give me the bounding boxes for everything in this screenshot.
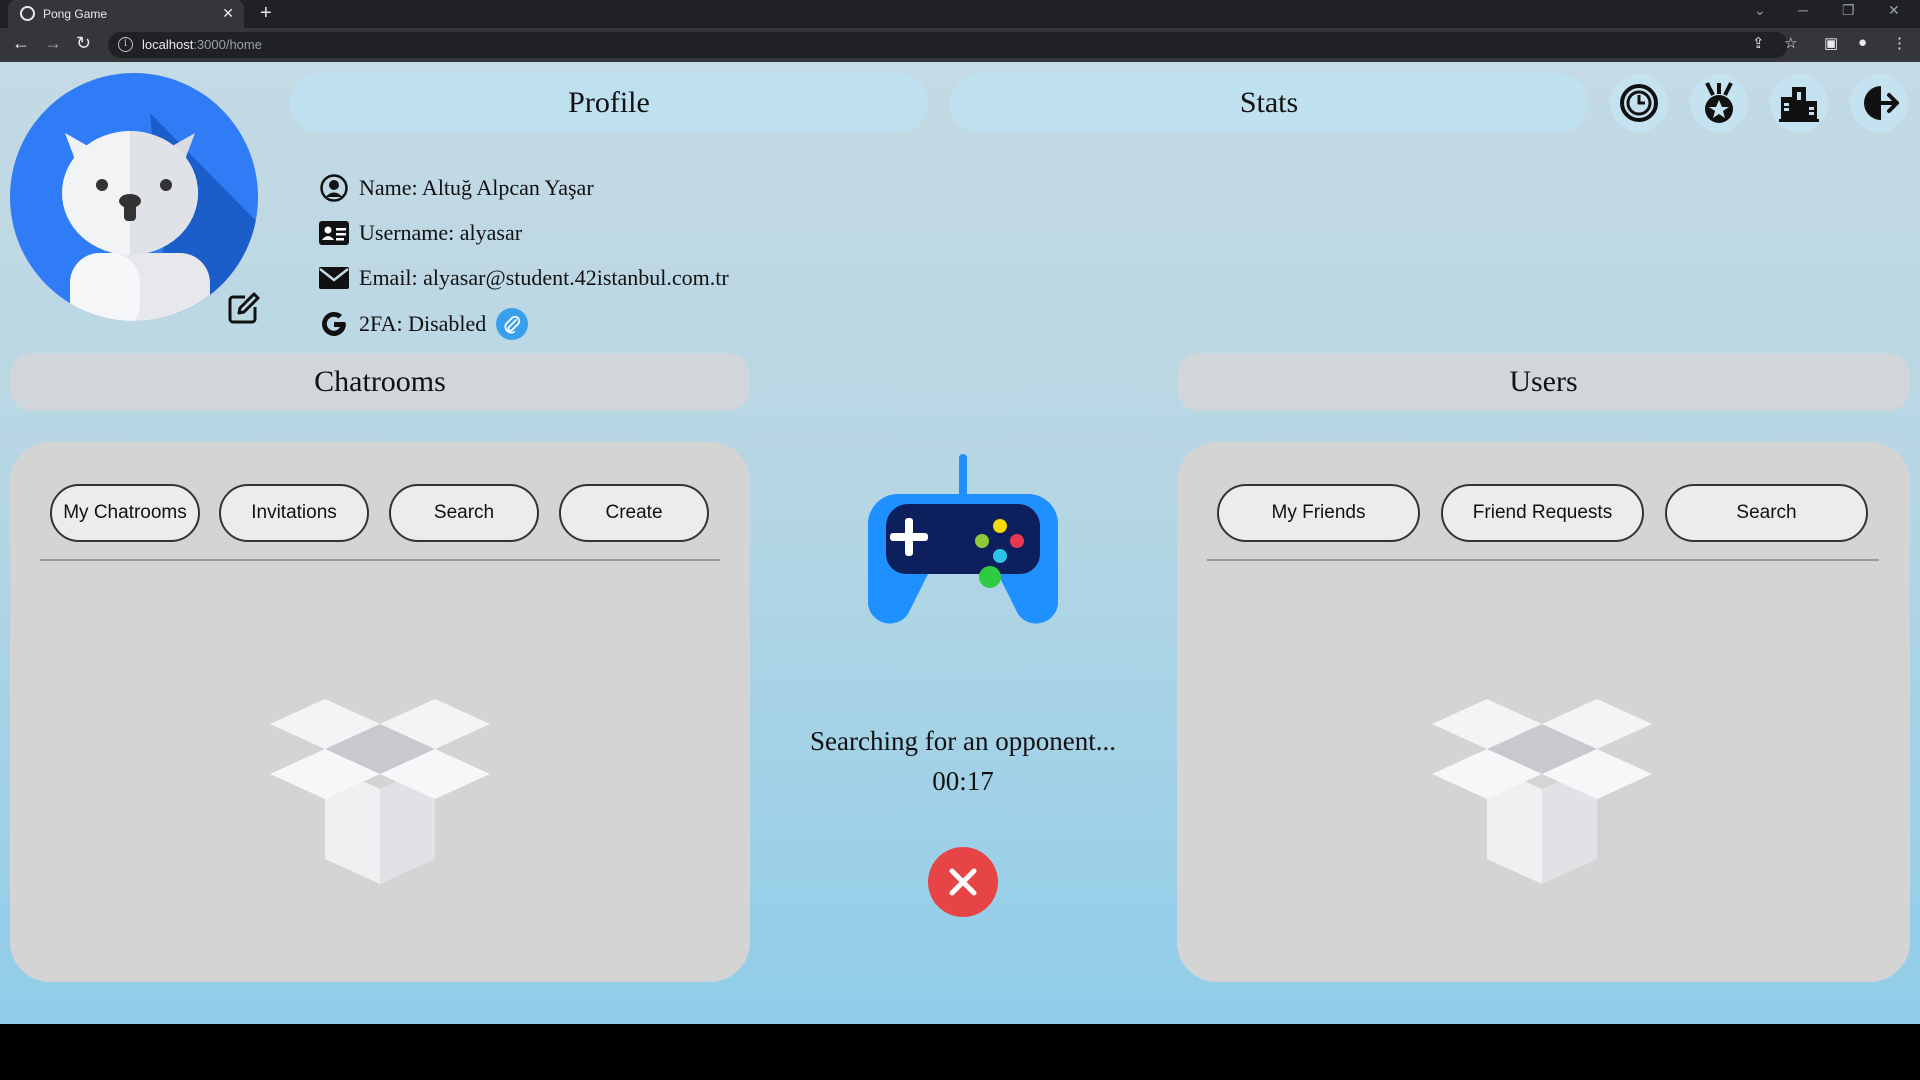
address-bar[interactable]: i localhost:3000/home <box>108 32 1788 58</box>
achievements-icon <box>1705 82 1733 123</box>
empty-box-icon <box>270 699 490 884</box>
window-close-icon[interactable]: ✕ <box>1888 2 1900 19</box>
profile-email: Email: alyasar@student.42istanbul.com.tr <box>359 265 729 290</box>
profile-2fa-status: 2FA: Disabled <box>359 311 487 336</box>
stats-tab[interactable]: Stats <box>950 73 1588 133</box>
minimize-icon[interactable]: ─ <box>1798 2 1808 18</box>
profile-tab[interactable]: Profile <box>290 73 928 133</box>
profile-icon[interactable]: ● <box>1858 34 1867 51</box>
restore-icon[interactable]: ❐ <box>1842 2 1855 19</box>
invitations-button[interactable]: Invitations <box>219 484 369 542</box>
site-info-icon[interactable]: i <box>118 37 133 52</box>
paperclip-icon <box>504 315 521 334</box>
menu-icon[interactable]: ⋮ <box>1892 34 1907 52</box>
reload-icon[interactable]: ↻ <box>76 33 91 54</box>
tab-title: Pong Game <box>43 7 108 21</box>
user-search-button[interactable]: Search <box>1665 484 1868 542</box>
friend-requests-button[interactable]: Friend Requests <box>1441 484 1644 542</box>
matchmaking-status: Searching for an opponent... <box>810 726 1116 756</box>
chatroom-search-button[interactable]: Search <box>389 484 539 542</box>
share-icon[interactable]: ⇪ <box>1752 34 1765 52</box>
favicon-icon <box>20 6 35 21</box>
avatar <box>10 73 258 321</box>
chatrooms-title: Chatrooms <box>314 365 446 398</box>
tab-close-icon[interactable]: ✕ <box>222 5 234 22</box>
profile-tab-label: Profile <box>568 86 650 119</box>
tab-search-icon[interactable]: ⌄ <box>1754 2 1766 19</box>
chatrooms-header: Chatrooms <box>10 353 750 411</box>
gamepad-icon <box>868 454 1058 624</box>
profile-2fa-row: 2FA: Disabled <box>318 308 529 340</box>
logout-icon <box>1864 86 1899 120</box>
profile-name-row: Name: Altuğ Alpcan Yaşar <box>318 173 594 203</box>
id-card-icon <box>318 218 350 248</box>
browser-tab[interactable]: Pong Game ✕ <box>8 0 244 28</box>
my-friends-button[interactable]: My Friends <box>1217 484 1420 542</box>
close-icon <box>949 868 977 896</box>
profile-name: Name: Altuğ Alpcan Yaşar <box>359 175 594 200</box>
screen-bottom-area <box>0 1024 1920 1080</box>
achievements-button[interactable] <box>1690 74 1748 132</box>
envelope-icon <box>318 263 350 293</box>
home-page: Profile Stats Name: Altuğ Alpcan Yaşar U… <box>0 62 1920 1024</box>
browser-tab-bar: Pong Game ✕ + ⌄ ─ ❐ ✕ <box>0 0 1920 28</box>
chatrooms-panel: My Chatrooms Invitations Search Create <box>10 442 750 982</box>
cancel-matchmaking-button[interactable] <box>928 847 998 917</box>
profile-username: Username: alyasar <box>359 220 523 245</box>
stats-tab-label: Stats <box>1239 86 1299 119</box>
leaderboard-icon <box>1779 87 1819 122</box>
match-history-button[interactable] <box>1610 74 1668 132</box>
leaderboard-button[interactable] <box>1770 74 1828 132</box>
users-divider <box>1207 559 1879 561</box>
chatrooms-divider <box>40 559 720 561</box>
users-header: Users <box>1177 353 1910 411</box>
toggle-2fa-button[interactable] <box>496 308 529 340</box>
bookmark-star-icon[interactable]: ☆ <box>1784 34 1797 52</box>
url-text: localhost:3000/home <box>142 37 262 52</box>
logout-button[interactable] <box>1850 74 1908 132</box>
users-title: Users <box>1509 365 1578 398</box>
side-panel-icon[interactable]: ▣ <box>1824 34 1838 52</box>
my-chatrooms-button[interactable]: My Chatrooms <box>50 484 200 542</box>
profile-username-row: Username: alyasar <box>318 218 522 248</box>
browser-toolbar: ← → ↻ i localhost:3000/home ⇪ ☆ ▣ ● ⋮ <box>0 28 1920 62</box>
matchmaking-timer: 00:17 <box>932 766 994 796</box>
back-icon[interactable]: ← <box>12 33 30 54</box>
profile-email-row: Email: alyasar@student.42istanbul.com.tr <box>318 263 729 293</box>
edit-avatar-icon[interactable] <box>227 291 261 325</box>
user-circle-icon <box>318 173 350 203</box>
empty-box-icon <box>1432 699 1652 884</box>
history-icon <box>1620 84 1658 122</box>
new-tab-button[interactable]: + <box>260 2 272 25</box>
users-panel: My Friends Friend Requests Search <box>1177 442 1910 982</box>
forward-icon[interactable]: → <box>44 33 62 54</box>
create-chatroom-button[interactable]: Create <box>559 484 709 542</box>
cat-avatar-icon <box>62 113 258 321</box>
google-icon <box>318 309 350 339</box>
